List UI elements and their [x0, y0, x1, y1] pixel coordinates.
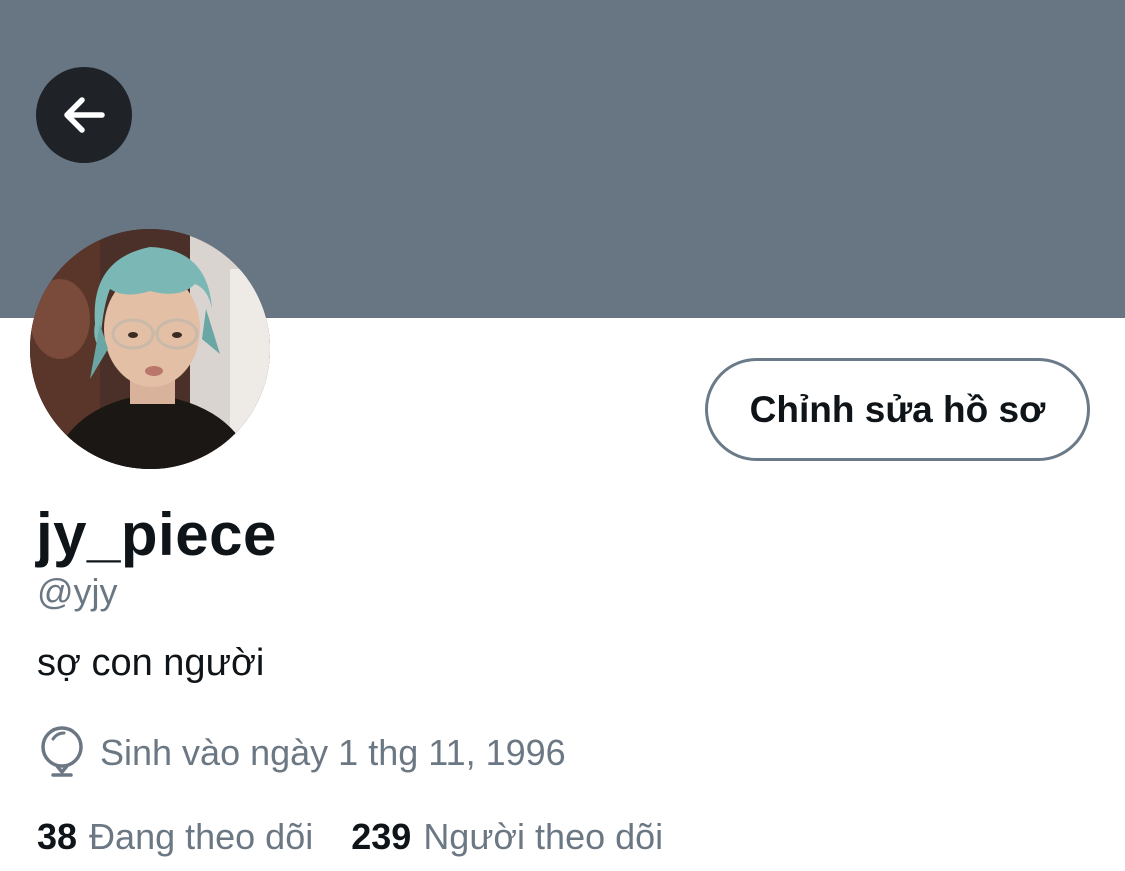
display-name: jy_piece — [36, 501, 277, 568]
edit-profile-button[interactable]: Chỉnh sửa hồ sơ — [705, 358, 1090, 461]
followers-count: 239 — [351, 816, 412, 857]
profile-page: Chỉnh sửa hồ sơ jy_piece @yjy sợ con ngư… — [0, 0, 1125, 871]
avatar-photo — [30, 229, 270, 469]
followers-link[interactable]: 239 Người theo dõi — [351, 813, 663, 861]
birth-date-row: Sinh vào ngày 1 thg 11, 1996 — [38, 725, 566, 781]
followers-label: Người theo dõi — [423, 816, 664, 857]
birth-date-text: Sinh vào ngày 1 thg 11, 1996 — [100, 732, 566, 773]
profile-bio: sợ con người — [37, 642, 265, 684]
balloon-icon — [41, 726, 83, 777]
following-count: 38 — [37, 816, 78, 857]
back-button[interactable] — [36, 67, 132, 163]
avatar[interactable] — [30, 229, 270, 469]
username-handle: @yjy — [37, 571, 118, 612]
arrow-left-icon — [64, 97, 105, 133]
follow-stats: 38 Đang theo dõi 239 Người theo dõi — [37, 813, 701, 861]
following-label: Đang theo dõi — [89, 816, 314, 857]
following-link[interactable]: 38 Đang theo dõi — [37, 813, 313, 861]
